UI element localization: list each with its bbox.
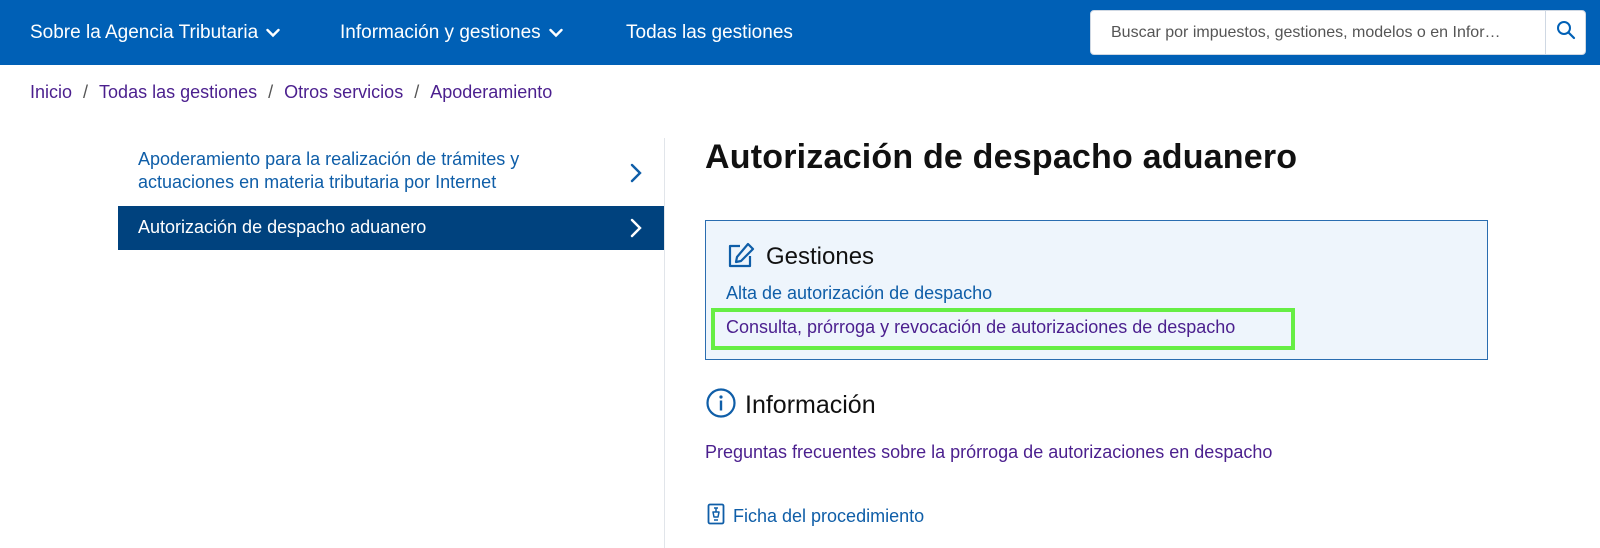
content-divider	[664, 138, 665, 548]
breadcrumb-link-otros-servicios[interactable]: Otros servicios	[284, 82, 403, 103]
info-icon	[705, 387, 737, 424]
nav-informacion-gestiones[interactable]: Información y gestiones	[340, 0, 563, 65]
gestiones-heading: Gestiones	[726, 241, 874, 273]
gestiones-title: Gestiones	[766, 243, 875, 270]
page-title: Autorización de despacho aduanero	[705, 138, 1298, 176]
breadcrumb-separator: /	[83, 81, 89, 102]
edit-icon	[726, 241, 756, 274]
link-consulta-prorroga-revocacion[interactable]: Consulta, prórroga y revocación de autor…	[726, 317, 1235, 338]
informacion-heading: Información	[705, 387, 876, 424]
search-button[interactable]	[1545, 11, 1585, 54]
chevron-down-icon	[266, 28, 280, 38]
nav-label: Sobre la Agencia Tributaria	[30, 21, 259, 43]
sidebar-item-autorizacion-despacho[interactable]: Autorización de despacho aduanero	[118, 206, 664, 250]
top-navigation-bar: Sobre la Agencia Tributaria Información …	[0, 0, 1600, 65]
chevron-right-icon	[630, 218, 642, 238]
breadcrumb-link-inicio[interactable]: Inicio	[30, 82, 72, 103]
breadcrumb: Inicio / Todas las gestiones / Otros ser…	[30, 80, 552, 104]
breadcrumb-link-todas-gestiones[interactable]: Todas las gestiones	[99, 82, 257, 103]
nav-label: Información y gestiones	[340, 21, 541, 43]
informacion-title: Información	[745, 390, 876, 419]
nav-todas-gestiones[interactable]: Todas las gestiones	[626, 0, 793, 65]
chevron-right-icon	[630, 163, 642, 183]
search-icon	[1556, 20, 1576, 45]
nav-label: Todas las gestiones	[626, 21, 793, 43]
breadcrumb-separator: /	[268, 81, 274, 102]
search-input[interactable]	[1091, 11, 1546, 54]
link-alta-autorizacion[interactable]: Alta de autorización de despacho	[726, 283, 992, 304]
link-preguntas-frecuentes[interactable]: Preguntas frecuentes sobre la prórroga d…	[705, 442, 1272, 463]
chevron-down-icon	[548, 28, 563, 38]
nav-sobre-agencia[interactable]: Sobre la Agencia Tributaria	[30, 0, 280, 65]
search-box	[1090, 10, 1586, 55]
sidebar-item-label: Apoderamiento para la realización de trá…	[138, 149, 520, 192]
breadcrumb-separator: /	[414, 81, 420, 102]
breadcrumb-link-apoderamiento[interactable]: Apoderamiento	[430, 82, 552, 103]
sidebar-item-apoderamiento-internet[interactable]: Apoderamiento para la realización de trá…	[118, 140, 664, 206]
gestiones-panel: Gestiones Alta de autorización de despac…	[705, 220, 1488, 360]
ficha-procedimiento-link[interactable]: Ficha del procedimiento	[707, 503, 924, 530]
sidebar-item-label: Autorización de despacho aduanero	[138, 217, 427, 237]
ficha-label: Ficha del procedimiento	[733, 506, 925, 526]
document-icon	[707, 503, 725, 530]
sidebar-navigation: Apoderamiento para la realización de trá…	[118, 140, 664, 250]
